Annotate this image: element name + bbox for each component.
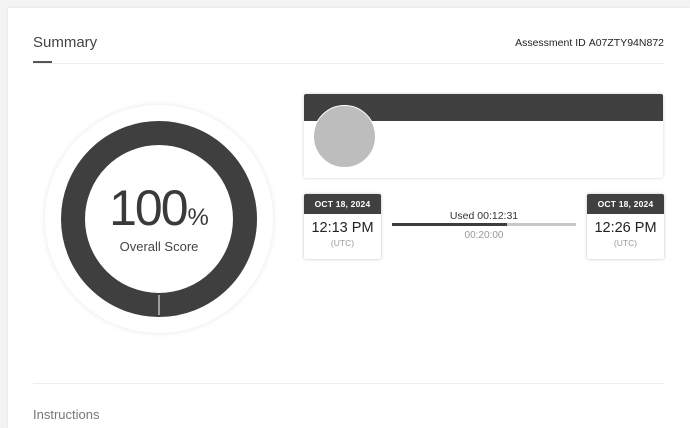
candidate-card [304, 94, 663, 178]
start-timezone: (UTC) [330, 238, 355, 248]
assessment-id: Assessment ID A07ZTY94N872 [515, 37, 664, 49]
time-limit-label: 00:20:00 [464, 230, 504, 241]
time-used-label: Used 00:12:31 [449, 210, 519, 222]
avatar [313, 105, 376, 168]
end-time-box: OCT 18, 2024 12:26 PM (UTC) [587, 194, 664, 259]
end-time: 12:26 PM [594, 220, 657, 236]
end-date: OCT 18, 2024 [587, 194, 664, 214]
title-underline [33, 61, 52, 63]
start-date: OCT 18, 2024 [304, 194, 381, 214]
page-title: Summary [33, 34, 98, 51]
score-number: 100 [109, 180, 188, 236]
end-timezone: (UTC) [613, 238, 638, 248]
time-used-progress-fill [392, 223, 508, 226]
summary-header: Summary Assessment ID A07ZTY94N872 [33, 8, 664, 64]
summary-card: Summary Assessment ID A07ZTY94N872 100% O… [8, 8, 690, 428]
time-used-progress [392, 223, 576, 226]
instructions-heading: Instructions [33, 407, 100, 422]
section-divider [33, 383, 664, 384]
score-gauge: 100% Overall Score [45, 105, 273, 333]
assessment-id-label: Assessment ID [515, 37, 586, 49]
start-time-box: OCT 18, 2024 12:13 PM (UTC) [304, 194, 381, 259]
assessment-id-value: A07ZTY94N872 [588, 37, 664, 49]
score-unit: % [187, 204, 209, 231]
score-label: Overall Score [119, 239, 199, 254]
score-value: 100% [45, 183, 273, 233]
start-time: 12:13 PM [311, 220, 374, 236]
